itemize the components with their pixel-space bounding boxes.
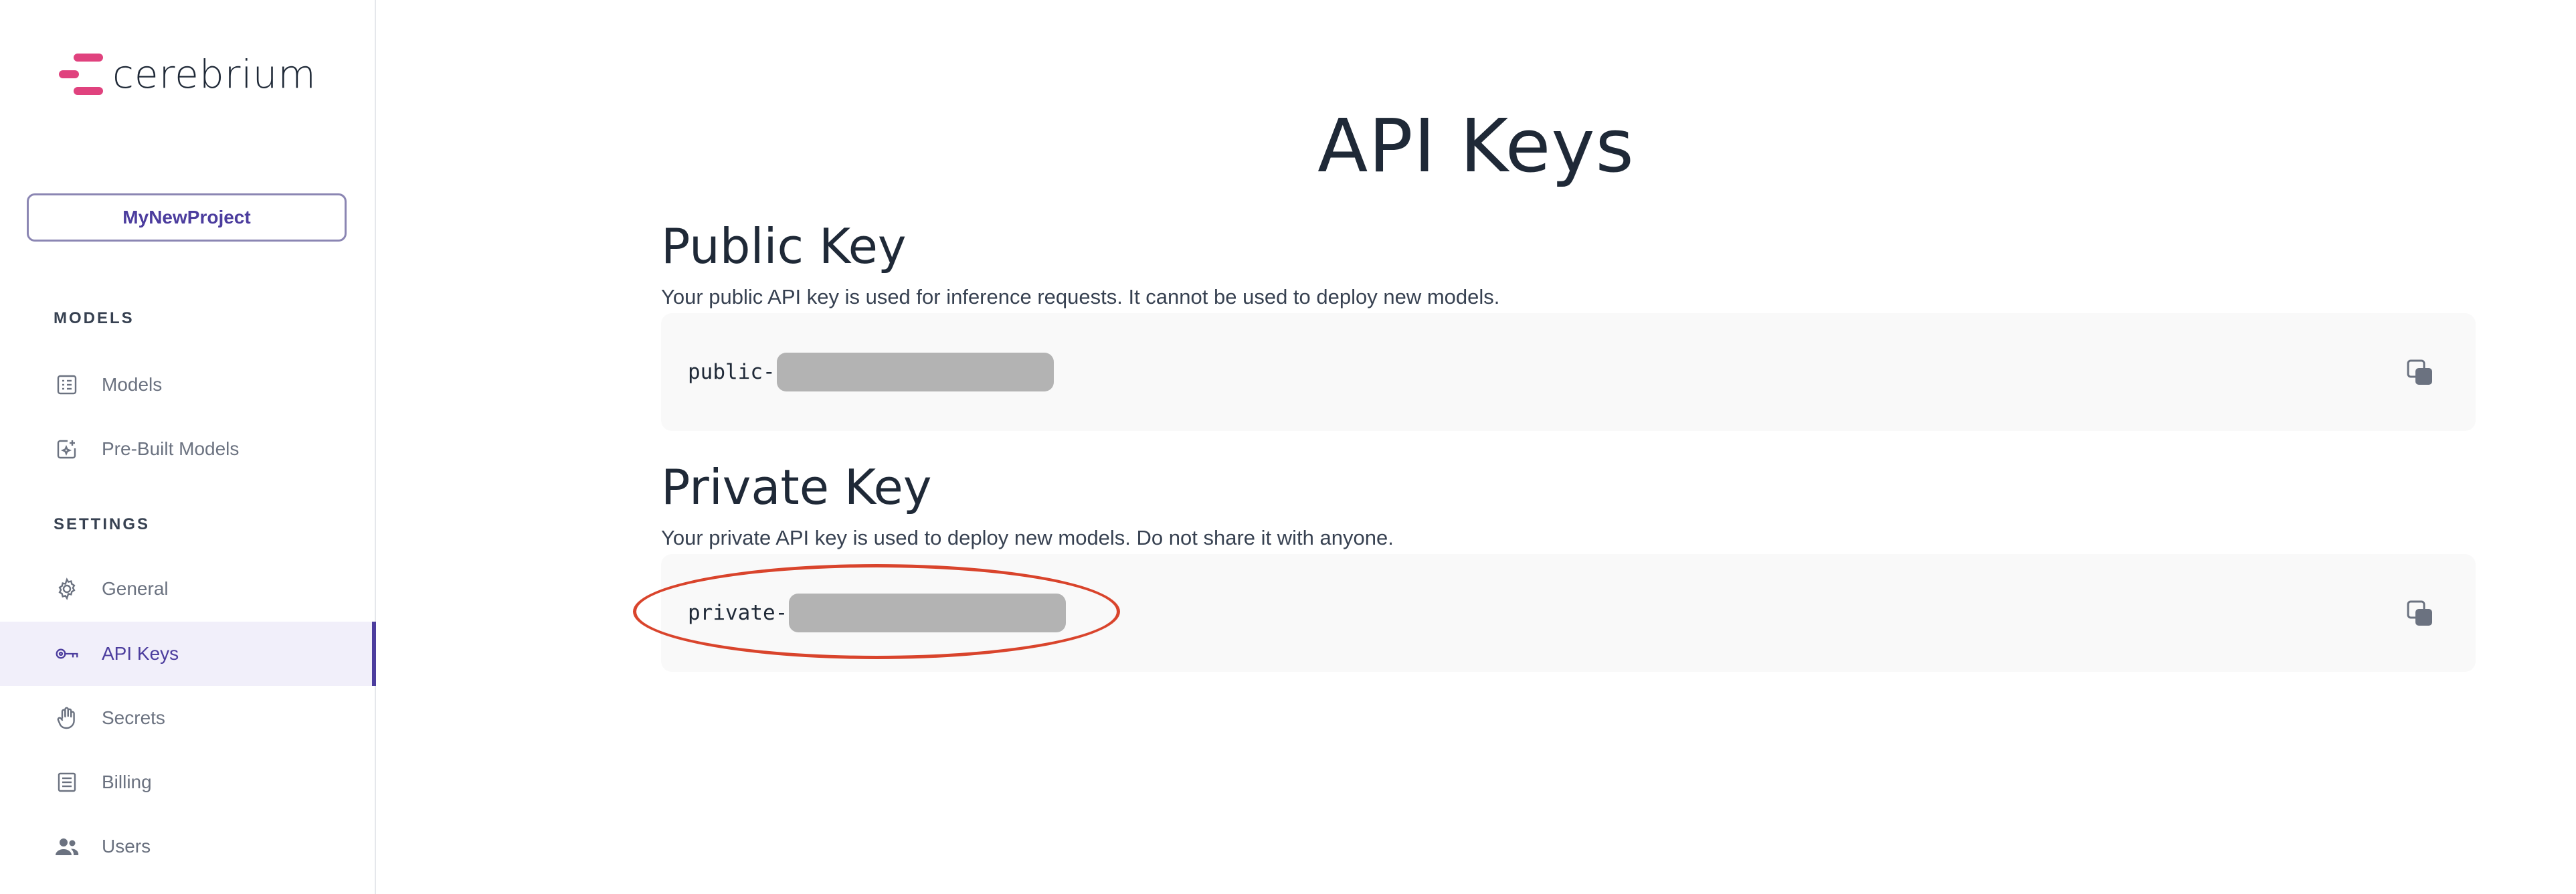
key-icon <box>55 642 79 666</box>
sidebar-item-pre-built-models[interactable]: Pre-Built Models <box>0 417 376 481</box>
sidebar-item-label: Pre-Built Models <box>102 438 240 459</box>
private-key-description: Your private API key is used to deploy n… <box>661 526 1394 549</box>
sidebar-item-secrets[interactable]: Secrets <box>0 686 376 750</box>
public-key-description: Your public API key is used for inferenc… <box>661 285 1500 308</box>
section-label-models: MODELS <box>54 309 134 327</box>
public-key-value[interactable]: public- <box>688 313 1054 431</box>
section-label-settings: SETTINGS <box>54 515 151 533</box>
private-key-prefix: private- <box>688 601 788 625</box>
sidebar-item-label: Secrets <box>102 707 165 728</box>
brand-name: cerebrium <box>112 52 316 97</box>
sidebar-item-label: General <box>102 578 169 599</box>
sidebar-item-billing[interactable]: Billing <box>0 750 376 814</box>
billing-icon <box>55 770 79 794</box>
public-key-redacted <box>776 353 1054 391</box>
copy-private-key-button[interactable] <box>2406 600 2434 628</box>
brand-logo-mark-icon <box>59 54 103 95</box>
models-icon <box>55 373 79 397</box>
sidebar: cerebrium MyNewProject MODELS Models Pre… <box>0 0 376 894</box>
private-key-redacted <box>789 594 1067 632</box>
sidebar-item-label: Billing <box>102 772 152 792</box>
private-key-card: private- <box>661 554 2476 672</box>
sidebar-item-api-keys[interactable]: API Keys <box>0 622 376 686</box>
sidebar-item-models[interactable]: Models <box>0 353 376 417</box>
private-key-value[interactable]: private- <box>688 554 1067 672</box>
users-icon <box>55 834 79 859</box>
page-title: API Keys <box>1317 103 1635 189</box>
public-key-prefix: public- <box>688 360 775 384</box>
app-root: cerebrium MyNewProject MODELS Models Pre… <box>0 0 2576 894</box>
private-key-title: Private Key <box>661 459 932 515</box>
copy-public-key-button[interactable] <box>2406 359 2434 387</box>
sidebar-item-label: API Keys <box>102 643 179 664</box>
project-selector-button[interactable]: MyNewProject <box>27 193 347 242</box>
project-name: MyNewProject <box>122 207 251 228</box>
copy-icon <box>2407 600 2432 626</box>
hand-icon <box>55 706 79 730</box>
sidebar-item-label: Users <box>102 836 151 857</box>
main-content: API Keys Public Key Your public API key … <box>376 0 2576 894</box>
public-key-title: Public Key <box>661 218 907 274</box>
public-key-card: public- <box>661 313 2476 431</box>
brand-logo[interactable]: cerebrium <box>59 54 316 95</box>
sidebar-item-general[interactable]: General <box>0 557 376 621</box>
sidebar-item-users[interactable]: Users <box>0 814 376 879</box>
gear-icon <box>55 577 79 601</box>
sidebar-item-label: Models <box>102 374 163 395</box>
copy-icon <box>2407 359 2432 385</box>
prebuilt-models-icon <box>55 437 79 461</box>
